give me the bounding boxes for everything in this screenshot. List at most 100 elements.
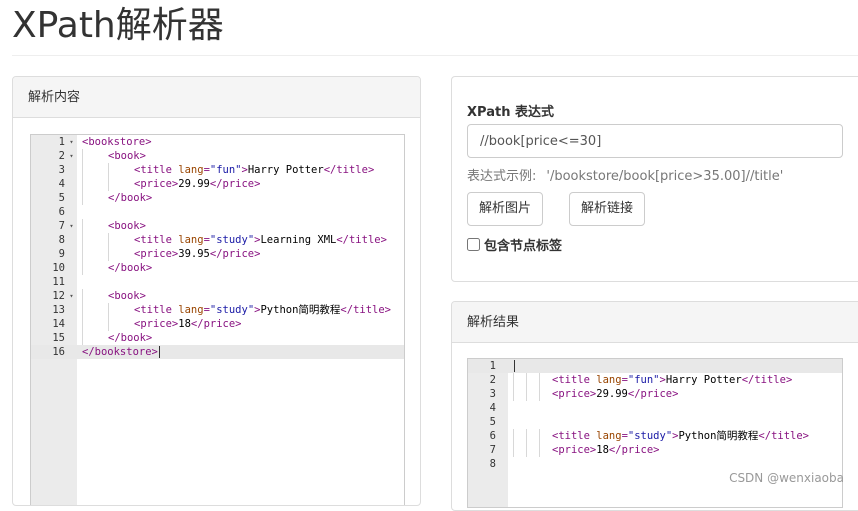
expression-example-help: 表达式示例: '/bookstore/book[price>35.00]//tit… <box>467 165 783 184</box>
indent-guide <box>526 429 527 443</box>
xpath-expression-input[interactable] <box>467 124 843 158</box>
code-token: </book> <box>108 332 153 344</box>
line-number: 1 <box>489 360 496 372</box>
code-token: </price> <box>627 388 679 400</box>
code-text: </book> <box>108 331 152 345</box>
code-token: </title> <box>336 234 387 246</box>
include-tags-checkbox[interactable] <box>467 237 480 251</box>
indent-guide <box>82 331 83 345</box>
code-token: </price> <box>209 248 261 260</box>
line-number: 2 <box>58 150 65 162</box>
code-line: 7 <price>18</price> <box>468 443 842 457</box>
code-token: Python简明教程 <box>678 430 759 442</box>
text-cursor <box>158 346 160 358</box>
indent-guide <box>108 247 109 261</box>
source-panel-heading: 解析内容 <box>13 77 420 118</box>
code-token: </book> <box>108 262 153 274</box>
indent-guide <box>526 387 527 401</box>
indent-guide <box>108 303 109 317</box>
line-number: 1 <box>58 136 65 148</box>
indent-guide <box>539 443 540 457</box>
code-token: <bookstore> <box>82 136 152 148</box>
code-line: 8 <box>468 457 842 471</box>
indent-guide <box>539 373 540 387</box>
code-token: "study" <box>627 430 673 442</box>
indent-guide <box>82 233 83 247</box>
code-token: "fun" <box>627 374 660 386</box>
code-token: "fun" <box>209 164 242 176</box>
line-number: 9 <box>58 248 65 260</box>
line-number: 6 <box>58 206 65 218</box>
line-number: 4 <box>58 178 65 190</box>
line-number: 2 <box>489 374 496 386</box>
line-number: 5 <box>58 192 65 204</box>
text-cursor <box>514 360 515 372</box>
line-number: 8 <box>489 458 496 470</box>
code-line: 2 <title lang="fun">Harry Potter</title> <box>468 373 842 387</box>
code-token: <price> <box>552 388 597 400</box>
code-token: Python简明教程 <box>260 304 341 316</box>
line-number: 11 <box>52 276 65 288</box>
code-token: </title> <box>340 304 391 316</box>
indent-guide <box>108 163 109 177</box>
indent-guide <box>82 191 83 205</box>
fold-arrow-icon[interactable]: ▾ <box>67 149 76 163</box>
code-line: 3 <price>29.99</price> <box>468 387 842 401</box>
code-token: <title <box>134 164 179 176</box>
xpath-expression-label: XPath 表达式 <box>467 105 554 120</box>
code-text: <price>39.95</price> <box>134 247 260 261</box>
code-line: 5 </book> <box>31 191 404 205</box>
line-number: 3 <box>489 388 496 400</box>
line-number: 16 <box>52 346 65 358</box>
indent-guide <box>526 443 527 457</box>
expression-example-prefix: 表达式示例: <box>467 169 537 184</box>
result-editor[interactable]: 1 2 <title lang="fun">Harry Potter</title>… <box>467 358 843 508</box>
include-tags-label: 包含节点标签 <box>484 238 563 254</box>
code-line: 10 </book> <box>31 261 404 275</box>
code-text: <price>18</price> <box>134 317 242 331</box>
indent-guide <box>82 177 83 191</box>
parse-image-button[interactable]: 解析图片 <box>467 192 544 226</box>
code-token: </bookstore> <box>82 346 158 358</box>
code-text: <title lang="study">Learning XML</title> <box>134 233 387 247</box>
line-number: 7 <box>489 444 496 456</box>
fold-arrow-icon[interactable]: ▾ <box>67 135 76 149</box>
indent-guide <box>513 429 514 443</box>
source-editor[interactable]: 1 ▾ <bookstore> 2 ▾ <book> 3 <title lang="fun">… <box>30 134 405 505</box>
code-token: Learning XML <box>260 234 337 246</box>
expression-example-value: '/bookstore/book[price>35.00]//title' <box>546 169 784 184</box>
fold-arrow-icon[interactable]: ▾ <box>67 219 76 233</box>
code-line: 7 ▾ <book> <box>31 219 404 233</box>
code-token: </title> <box>323 164 375 176</box>
indent-guide <box>82 163 83 177</box>
indent-guide <box>526 373 527 387</box>
code-line: 13 <title lang="study">Python简明教程</title> <box>31 303 404 317</box>
include-tags-row[interactable]: 包含节点标签 <box>467 235 563 254</box>
line-number: 10 <box>52 262 65 274</box>
code-token: </book> <box>108 192 153 204</box>
indent-guide <box>539 387 540 401</box>
code-line: 12 ▾ <book> <box>31 289 404 303</box>
code-token: 18 <box>178 318 191 330</box>
csdn-watermark: CSDN @wenxiaoba <box>729 471 844 485</box>
code-line: 2 ▾ <book> <box>31 149 404 163</box>
code-line: 4 <box>468 401 842 415</box>
parse-link-button[interactable]: 解析链接 <box>569 192 646 226</box>
code-line: 8 <title lang="study">Learning XML</title… <box>31 233 404 247</box>
code-token: <title <box>134 234 179 246</box>
title-divider <box>12 55 858 56</box>
code-token: <price> <box>134 248 179 260</box>
indent-guide <box>82 317 83 331</box>
fold-arrow-icon[interactable]: ▾ <box>67 289 76 303</box>
line-number: 8 <box>58 234 65 246</box>
code-text: </book> <box>108 261 152 275</box>
code-token: <book> <box>108 290 146 302</box>
result-code-lines: 1 2 <title lang="fun">Harry Potter</title>… <box>468 359 842 471</box>
line-number: 14 <box>52 318 65 330</box>
code-token: <price> <box>134 178 179 190</box>
code-token: lang <box>596 374 622 386</box>
code-text <box>513 359 515 373</box>
code-token: lang <box>178 164 204 176</box>
code-line: 16 </bookstore> <box>31 345 404 359</box>
code-token: 29.99 <box>596 388 628 400</box>
